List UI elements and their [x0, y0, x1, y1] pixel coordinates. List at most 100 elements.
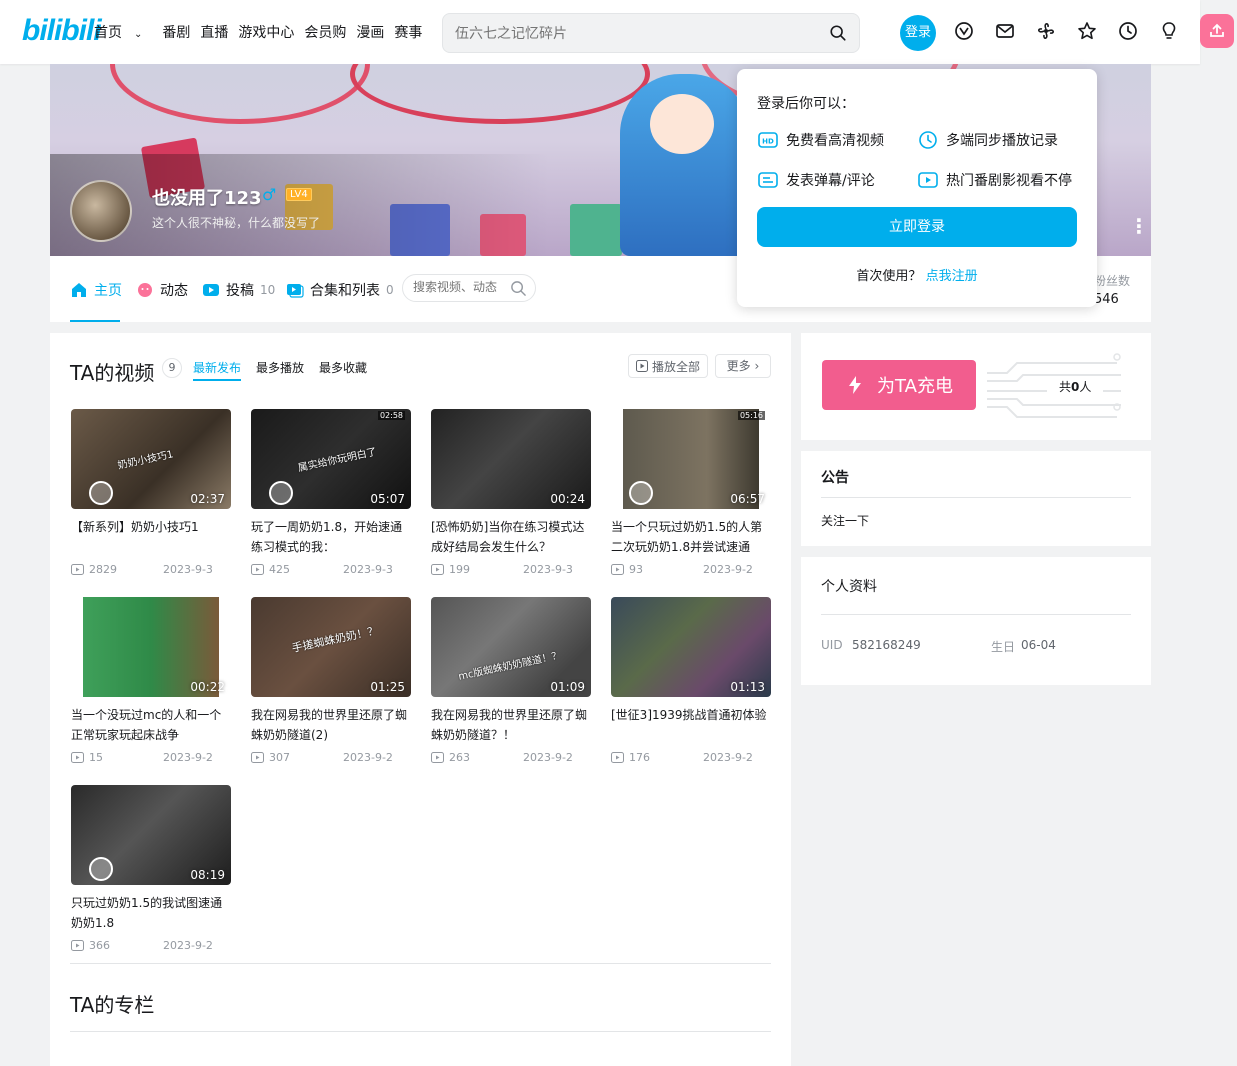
tab-home[interactable]: 主页 [70, 280, 122, 300]
video-duration: 01:09 [550, 680, 585, 694]
uid-value: 582168249 [852, 638, 921, 652]
video-card[interactable]: mc版蜘蛛奶奶隧道！？ 01:09 我在网易我的世界里还原了蜘蛛奶奶隧道？！ 2… [431, 597, 591, 767]
video-card[interactable]: 02:58 属实给你玩明白了 05:07 玩了一周奶奶1.8，开始速通练习模式的… [251, 409, 411, 579]
tab-active-indicator [70, 320, 120, 322]
video-cover[interactable]: 奶奶小技巧1 02:37 [71, 409, 231, 509]
register-link[interactable]: 点我注册 [926, 269, 978, 284]
video-cover[interactable]: 01:13 [611, 597, 771, 697]
nav-home[interactable]: 首页 ⌄ [94, 22, 152, 42]
video-card[interactable]: 08:19 只玩过奶奶1.5的我试图速通奶奶1.8 366 2023-9-2 [71, 785, 231, 955]
tab-collections-label: 合集和列表 [310, 283, 380, 299]
search-icon[interactable] [829, 24, 847, 42]
video-cover[interactable]: 05:16 06:57 [611, 409, 771, 509]
tab-collections[interactable]: 合集和列表 0 [286, 280, 394, 300]
nav-manga[interactable]: 漫画 [356, 22, 384, 42]
video-title[interactable]: 当一个只玩过奶奶1.5的人第二次玩奶奶1.8并尝试速通 [611, 517, 771, 557]
play-count-icon [251, 564, 264, 575]
video-title[interactable]: [恐怖奶奶]当你在练习模式达成好结局会发生什么？ [431, 517, 591, 557]
video-card[interactable]: 00:22 当一个没玩过mc的人和一个正常玩家玩起床战争 15 2023-9-2 [71, 597, 231, 767]
login-now-button[interactable]: 立即登录 [757, 207, 1077, 247]
video-cover[interactable]: 00:22 [71, 597, 231, 697]
fans-count[interactable]: 546 [1094, 292, 1119, 307]
tab-dynamic[interactable]: 动态 [136, 280, 188, 300]
more-options-icon[interactable]: ⋮ [1129, 214, 1149, 238]
video-title[interactable]: 玩了一周奶奶1.8，开始速通练习模式的我： [251, 517, 411, 557]
video-card[interactable]: 手搓蜘蛛奶奶！？ 01:25 我在网易我的世界里还原了蜘蛛奶奶隧道(2) 307… [251, 597, 411, 767]
chevron-down-icon: ⌄ [134, 29, 143, 40]
play-all-button[interactable]: 播放全部 [628, 354, 708, 378]
video-date: 2023-9-2 [163, 751, 213, 764]
play-box-icon [918, 172, 938, 188]
space-search-input[interactable] [413, 280, 503, 294]
play-count-icon [71, 564, 84, 575]
video-card[interactable]: 05:16 06:57 当一个只玩过奶奶1.5的人第二次玩奶奶1.8并尝试速通 … [611, 409, 771, 579]
play-count-icon [431, 564, 444, 575]
video-cover-caption: mc版蜘蛛奶奶隧道！？ [457, 650, 563, 683]
video-cover-caption: 奶奶小技巧1 [116, 449, 175, 472]
vip-icon[interactable] [953, 20, 975, 42]
charge-button[interactable]: 为TA充电 [822, 360, 976, 410]
nav-mall[interactable]: 会员购 [304, 22, 346, 42]
birthday-value: 06-04 [1021, 638, 1056, 652]
login-button[interactable]: 登录 [900, 15, 936, 51]
avatar[interactable] [70, 180, 132, 242]
video-cover[interactable]: 00:24 [431, 409, 591, 509]
play-count: 199 [431, 563, 470, 576]
play-count: 93 [611, 563, 643, 576]
video-title[interactable]: 我在网易我的世界里还原了蜘蛛奶奶隧道？！ [431, 705, 591, 745]
order-active-indicator [193, 379, 241, 381]
video-meta: 15 2023-9-2 [71, 751, 231, 767]
more-videos-button[interactable]: 更多 › [715, 354, 771, 378]
order-latest[interactable]: 最新发布 [193, 359, 241, 376]
video-date: 2023-9-3 [523, 563, 573, 576]
history-clock-icon[interactable] [1117, 20, 1139, 42]
upload-button[interactable] [1200, 14, 1234, 48]
joystick-overlay [89, 481, 113, 505]
video-cover[interactable]: mc版蜘蛛奶奶隧道！？ 01:09 [431, 597, 591, 697]
level-badge: LV4 [286, 188, 312, 201]
video-title[interactable]: 只玩过奶奶1.5的我试图速通奶奶1.8 [71, 893, 231, 933]
video-title[interactable]: 当一个没玩过mc的人和一个正常玩家玩起床战争 [71, 705, 231, 745]
video-cover[interactable]: 08:19 [71, 785, 231, 885]
bilibili-logo[interactable]: bilibili [22, 14, 102, 48]
play-icon [635, 360, 648, 372]
nav-anime[interactable]: 番剧 [162, 22, 190, 42]
video-cover[interactable]: 手搓蜘蛛奶奶！？ 01:25 [251, 597, 411, 697]
search-icon[interactable] [510, 280, 527, 297]
column-section-title[interactable]: TA的专栏 [70, 989, 154, 1018]
nav-live[interactable]: 直播 [200, 22, 228, 42]
video-card[interactable]: 01:13 [世征3]1939挑战首通初体验 176 2023-9-2 [611, 597, 771, 767]
play-count-value: 263 [449, 751, 470, 764]
dynamic-fan-icon[interactable] [1035, 20, 1057, 42]
video-cover[interactable]: 02:58 属实给你玩明白了 05:07 [251, 409, 411, 509]
search-input[interactable] [455, 23, 815, 45]
message-icon[interactable] [994, 20, 1016, 42]
video-card[interactable]: 00:24 [恐怖奶奶]当你在练习模式达成好结局会发生什么？ 199 2023-… [431, 409, 591, 579]
video-title[interactable]: [世征3]1939挑战首通初体验 [611, 705, 771, 745]
favorites-star-icon[interactable] [1076, 20, 1098, 42]
order-most-played[interactable]: 最多播放 [256, 359, 304, 376]
video-title[interactable]: 我在网易我的世界里还原了蜘蛛奶奶隧道(2) [251, 705, 411, 745]
video-date: 2023-9-2 [703, 563, 753, 576]
home-icon [72, 283, 86, 297]
video-card[interactable]: 奶奶小技巧1 02:37 【新系列】奶奶小技巧1 2829 2023-9-3 [71, 409, 231, 579]
personal-info-panel: 个人资料 UID 582168249 生日 06-04 [801, 557, 1151, 685]
video-title[interactable]: 【新系列】奶奶小技巧1 [71, 517, 231, 557]
username: 也没用了123 [152, 188, 262, 209]
notice-title: 公告 [821, 470, 849, 486]
tab-dynamic-label: 动态 [160, 283, 188, 299]
video-duration: 01:13 [730, 680, 765, 694]
creative-bulb-icon[interactable] [1158, 20, 1180, 42]
play-count-value: 366 [89, 939, 110, 952]
chevron-right-icon: › [754, 359, 760, 373]
lightning-icon [849, 376, 862, 394]
play-count-value: 176 [629, 751, 650, 764]
video-meta: 263 2023-9-2 [431, 751, 591, 767]
nav-esports[interactable]: 赛事 [394, 22, 422, 42]
play-count-icon [71, 752, 84, 763]
videos-section-title[interactable]: TA的视频 [70, 357, 154, 386]
feature-anime-label: 热门番剧影视看不停 [946, 173, 1072, 189]
order-most-favorited[interactable]: 最多收藏 [319, 359, 367, 376]
nav-game-center[interactable]: 游戏中心 [238, 22, 294, 42]
tab-videos[interactable]: 投稿 10 [202, 280, 275, 300]
